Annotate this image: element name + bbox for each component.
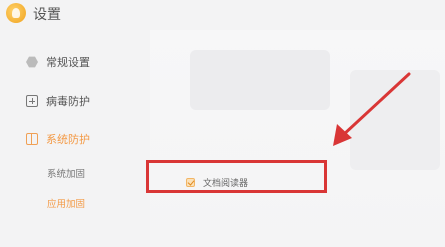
annotation-arrow-icon [333,72,411,146]
